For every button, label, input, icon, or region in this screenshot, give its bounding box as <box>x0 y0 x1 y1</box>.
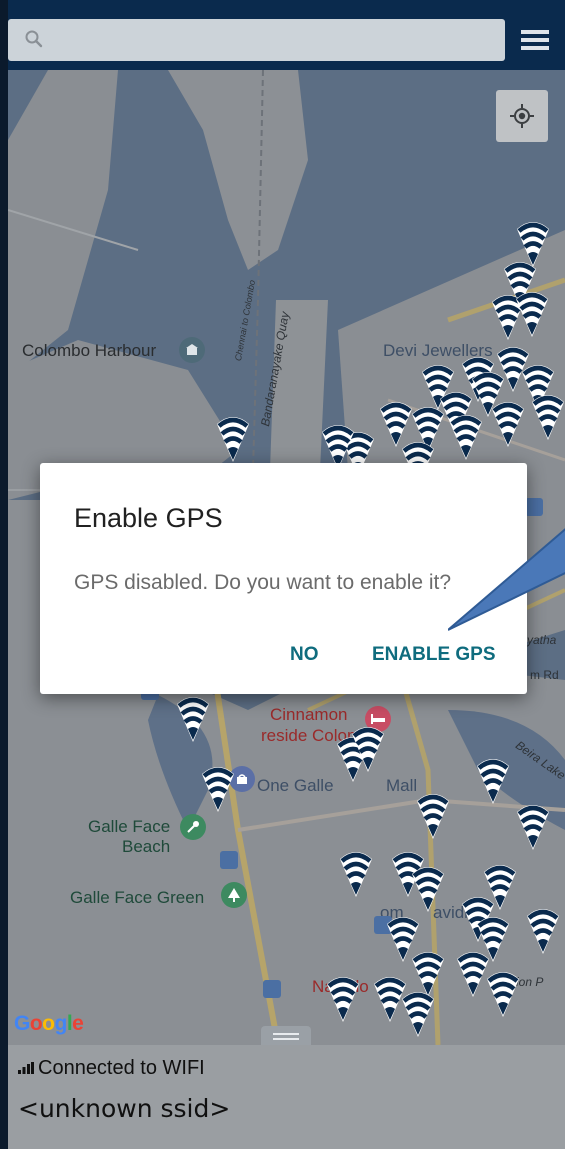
callout-arrow <box>448 528 565 631</box>
bus-stop-icon <box>220 851 238 869</box>
bus-stop-icon <box>263 980 281 998</box>
wifi-hotspot-icon[interactable] <box>408 864 448 916</box>
wifi-hotspot-icon[interactable] <box>488 399 528 451</box>
top-bar <box>8 0 565 70</box>
wifi-hotspot-icon[interactable] <box>198 764 238 816</box>
phone-screen: Colombo Harbour Chennai to Colombo Banda… <box>8 0 565 1149</box>
wifi-hotspot-icon[interactable] <box>413 791 453 843</box>
wifi-hotspot-icon[interactable] <box>336 849 376 901</box>
menu-icon <box>521 30 549 50</box>
wifi-hotspot-icon[interactable] <box>446 412 486 464</box>
map-label-colombo-harbour: Colombo Harbour <box>22 341 157 360</box>
map-label-one-galle: One Galle <box>257 776 334 795</box>
wifi-hotspot-icon[interactable] <box>473 756 513 808</box>
enable-gps-button[interactable]: ENABLE GPS <box>372 644 496 666</box>
search-icon <box>25 30 43 48</box>
menu-button[interactable] <box>515 20 555 60</box>
wifi-hotspot-icon[interactable] <box>173 694 213 746</box>
wifi-hotspot-icon[interactable] <box>528 392 565 444</box>
search-bar[interactable] <box>8 19 505 61</box>
wifi-hotspot-icon[interactable] <box>323 974 363 1026</box>
dialog-message: GPS disabled. Do you want to enable it? <box>74 571 452 594</box>
map-label-cinnamon: Cinnamon <box>270 705 348 724</box>
bottom-sheet-handle[interactable] <box>261 1026 311 1045</box>
wifi-hotspot-icon[interactable] <box>513 802 553 854</box>
landmark-icon <box>179 337 205 363</box>
wifi-hotspot-icon[interactable] <box>398 989 438 1041</box>
map-label-galle-face-green: Galle Face Green <box>70 888 205 907</box>
my-location-icon <box>510 104 534 128</box>
park-icon <box>221 882 247 908</box>
app-frame: Colombo Harbour Chennai to Colombo Banda… <box>0 0 565 1149</box>
wifi-hotspot-icon[interactable] <box>483 969 523 1021</box>
signal-icon <box>18 1062 34 1074</box>
connection-text: Connected to WIFI <box>38 1057 205 1079</box>
wifi-hotspot-icon[interactable] <box>348 724 388 776</box>
connection-status-panel: Connected to WIFI <unknown ssid> <box>8 1045 565 1149</box>
map-label-yatha: yatha <box>527 633 557 647</box>
google-logo: Google <box>14 1012 84 1035</box>
wifi-hotspot-icon[interactable] <box>512 289 552 341</box>
wifi-hotspot-icon[interactable] <box>213 414 253 466</box>
connection-status: Connected to WIFI <box>18 1057 205 1080</box>
dialog-title: Enable GPS <box>74 503 223 533</box>
wifi-hotspot-icon[interactable] <box>523 906 563 958</box>
ssid-text: <unknown ssid> <box>18 1094 231 1123</box>
map-label-galle-face-beach-2: Beach <box>122 837 171 856</box>
locate-button[interactable] <box>496 90 548 142</box>
beach-icon <box>180 814 206 840</box>
no-button[interactable]: NO <box>290 644 319 666</box>
map-label-galle-face-beach-1: Galle Face <box>88 817 171 836</box>
map-label-m-rd: m Rd <box>530 668 559 682</box>
